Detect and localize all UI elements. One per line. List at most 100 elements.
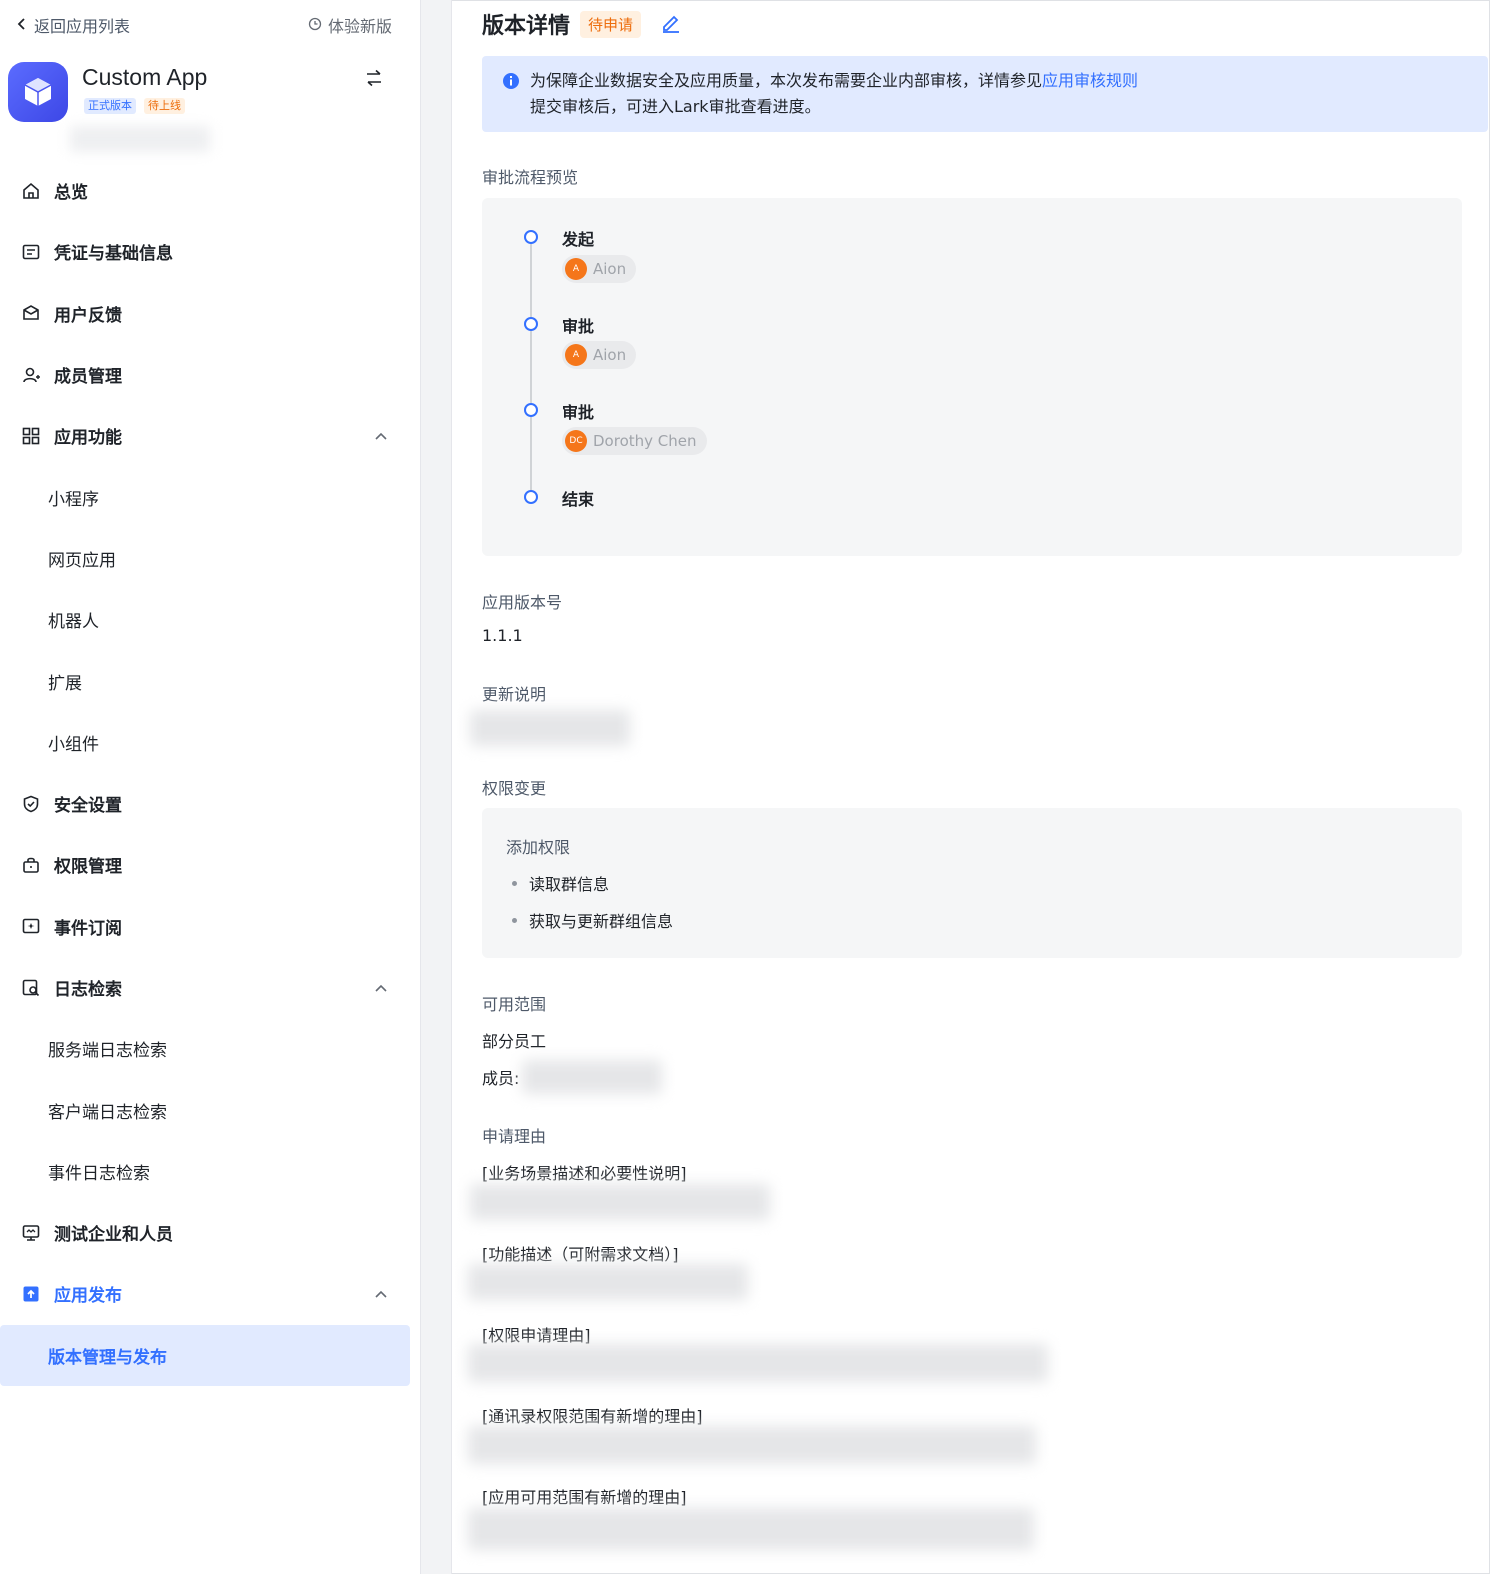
reason-contacts-scope: [通讯录权限范围有新增的理由] bbox=[482, 1407, 703, 1426]
flow-step-approve: 审批 bbox=[562, 317, 595, 336]
edit-icon[interactable] bbox=[659, 10, 683, 38]
blurred-reason bbox=[468, 1426, 1036, 1464]
sidebar-item-event-logs[interactable]: 事件日志检索 bbox=[0, 1141, 410, 1202]
reason-permissions: [权限申请理由] bbox=[482, 1326, 591, 1345]
sidebar-divider bbox=[420, 0, 452, 1574]
app-tags: 正式版本 待上线 bbox=[84, 98, 185, 114]
notice-line-1: 为保障企业数据安全及应用质量，本次发布需要企业内部审核，详情参见应用审核规则 bbox=[530, 68, 1488, 94]
sidebar-item-members[interactable]: 成员管理 bbox=[0, 344, 410, 405]
blurred-app-id bbox=[70, 126, 210, 152]
list-item: 读取群信息 bbox=[512, 871, 609, 895]
sidebar-nav: 总览 凭证与基础信息 用户反馈 成员管理 应用功能 小程序 网页应用 机器人 扩… bbox=[0, 160, 410, 1386]
sidebar-item-label: 权限管理 bbox=[54, 857, 122, 878]
bullet bbox=[512, 880, 517, 886]
release-tag: 正式版本 bbox=[84, 98, 136, 114]
try-new-version-link[interactable]: 体验新版 bbox=[308, 13, 392, 37]
flow-node bbox=[524, 403, 538, 417]
approver-name: Aion bbox=[593, 346, 627, 364]
app-name: Custom App bbox=[82, 64, 208, 90]
review-rules-link[interactable]: 应用审核规则 bbox=[1042, 71, 1138, 90]
avatar: A bbox=[565, 258, 587, 280]
sidebar-item-label: 事件订阅 bbox=[54, 918, 122, 939]
chevron-left-icon bbox=[16, 16, 28, 35]
page-title: 版本详情 bbox=[482, 14, 571, 39]
sidebar-item-server-logs[interactable]: 服务端日志检索 bbox=[0, 1018, 410, 1079]
bullet bbox=[512, 917, 517, 923]
reason-features: [功能描述（可附需求文档）] bbox=[482, 1245, 679, 1264]
sidebar-item-label: 日志检索 bbox=[54, 980, 122, 1000]
flow-step-end: 结束 bbox=[562, 490, 595, 509]
grid-icon bbox=[20, 425, 42, 447]
history-icon bbox=[308, 16, 322, 35]
event-icon bbox=[20, 915, 42, 937]
sidebar-item-permissions[interactable]: 权限管理 bbox=[0, 834, 410, 895]
sidebar-item-label: 应用功能 bbox=[54, 428, 122, 449]
sidebar-item-features[interactable]: 应用功能 bbox=[0, 405, 410, 466]
user-icon bbox=[20, 364, 42, 386]
added-permissions-title: 添加权限 bbox=[506, 838, 571, 857]
chevron-up-icon[interactable] bbox=[374, 978, 388, 998]
flow-node bbox=[524, 230, 538, 244]
availability-label: 可用范围 bbox=[482, 995, 547, 1014]
sidebar-item-label: 凭证与基础信息 bbox=[54, 244, 173, 265]
main-content: 版本详情 待申请 为保障企业数据安全及应用质量，本次发布需要企业内部审核，详情参… bbox=[452, 0, 1488, 1574]
sidebar-item-bot[interactable]: 机器人 bbox=[0, 589, 410, 650]
avatar: A bbox=[565, 344, 587, 366]
members-prefix: 成员: bbox=[482, 1069, 520, 1088]
reason-label: 申请理由 bbox=[482, 1127, 547, 1146]
sidebar-item-publish[interactable]: 应用发布 bbox=[0, 1263, 410, 1324]
blurred-reason bbox=[470, 1184, 770, 1220]
sidebar-item-version-management[interactable]: 版本管理与发布 bbox=[0, 1324, 410, 1386]
chevron-up-icon[interactable] bbox=[374, 1284, 388, 1304]
sidebar-item-label: 成员管理 bbox=[54, 367, 122, 388]
home-icon bbox=[20, 180, 42, 202]
sidebar-item-logs[interactable]: 日志检索 bbox=[0, 957, 410, 1018]
reason-availability-scope: [应用可用范围有新增的理由] bbox=[482, 1488, 687, 1507]
avatar: DC bbox=[565, 430, 587, 452]
permission-changes-label: 权限变更 bbox=[482, 779, 547, 798]
chevron-up-icon[interactable] bbox=[374, 426, 388, 446]
flow-node bbox=[524, 490, 538, 504]
sidebar-item-security[interactable]: 安全设置 bbox=[0, 773, 410, 834]
feedback-icon bbox=[20, 302, 42, 324]
approver-chip: DC Dorothy Chen bbox=[562, 427, 707, 455]
app-header: Custom App 正式版本 待上线 bbox=[8, 60, 394, 156]
app-cube-icon bbox=[8, 62, 68, 122]
sidebar-item-widget[interactable]: 小组件 bbox=[0, 712, 410, 773]
sidebar-item-web-app[interactable]: 网页应用 bbox=[0, 528, 410, 589]
status-badge: 待申请 bbox=[580, 10, 642, 38]
approval-flow-preview: 发起 A Aion 审批 A Aion 审批 DC Dorothy Chen 结… bbox=[482, 198, 1462, 556]
sidebar-item-label: 总览 bbox=[54, 183, 88, 204]
approver-chip: A Aion bbox=[562, 255, 637, 283]
blurred-reason bbox=[468, 1508, 1034, 1550]
pending-tag: 待上线 bbox=[144, 98, 185, 114]
flow-step-approve: 审批 bbox=[562, 403, 595, 422]
sidebar-item-credentials[interactable]: 凭证与基础信息 bbox=[0, 221, 410, 282]
back-label: 返回应用列表 bbox=[34, 17, 131, 36]
review-notice: 为保障企业数据安全及应用质量，本次发布需要企业内部审核，详情参见应用审核规则 提… bbox=[482, 56, 1488, 132]
blurred-members bbox=[522, 1060, 662, 1094]
sidebar: 返回应用列表 体验新版 Custom App 正式版本 待上线 总览 凭证与基础… bbox=[0, 0, 420, 1574]
flow-node bbox=[524, 317, 538, 331]
sidebar-item-mini-program[interactable]: 小程序 bbox=[0, 466, 410, 527]
availability-value: 部分员工 bbox=[482, 1032, 547, 1051]
sidebar-item-test-tenant[interactable]: 测试企业和人员 bbox=[0, 1202, 410, 1263]
publish-icon bbox=[20, 1283, 42, 1305]
swap-icon[interactable] bbox=[364, 68, 384, 92]
back-to-app-list-link[interactable]: 返回应用列表 bbox=[16, 13, 130, 37]
sidebar-item-label: 测试企业和人员 bbox=[54, 1225, 173, 1246]
sidebar-item-extension[interactable]: 扩展 bbox=[0, 650, 410, 711]
version-label: 应用版本号 bbox=[482, 593, 563, 612]
reason-business: [业务场景描述和必要性说明] bbox=[482, 1164, 687, 1183]
list-item: 获取与更新群组信息 bbox=[512, 908, 673, 932]
info-icon bbox=[502, 72, 520, 98]
notice-line-2: 提交审核后，可进入Lark审批查看进度。 bbox=[530, 97, 821, 116]
flow-step-start: 发起 bbox=[562, 230, 595, 249]
sidebar-item-feedback[interactable]: 用户反馈 bbox=[0, 283, 410, 344]
sidebar-item-events[interactable]: 事件订阅 bbox=[0, 896, 410, 957]
sidebar-item-overview[interactable]: 总览 bbox=[0, 160, 410, 221]
permission-name: 读取群信息 bbox=[529, 875, 610, 894]
permission-name: 获取与更新群组信息 bbox=[529, 912, 674, 931]
sidebar-item-client-logs[interactable]: 客户端日志检索 bbox=[0, 1079, 410, 1140]
release-notes-label: 更新说明 bbox=[482, 685, 547, 704]
